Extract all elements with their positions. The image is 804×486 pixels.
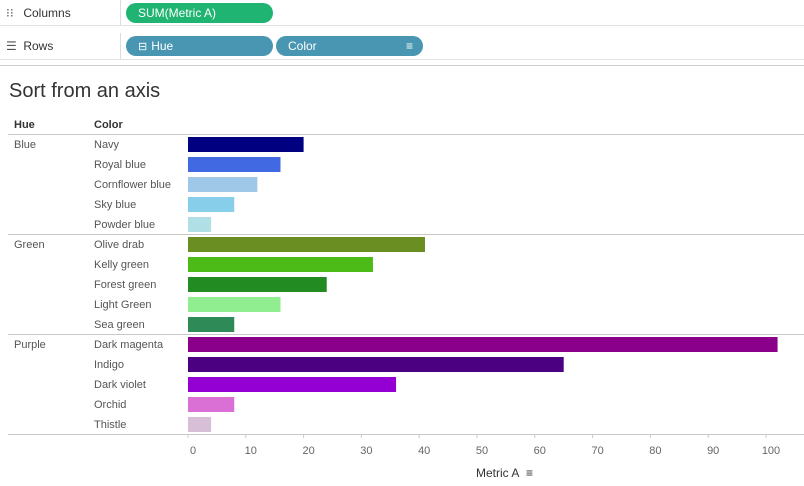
- x-axis-title[interactable]: Metric A ≡: [476, 466, 533, 480]
- hue-label: Green: [14, 239, 45, 251]
- bar-indigo[interactable]: [188, 357, 564, 372]
- x-tick-label: 90: [707, 445, 719, 457]
- x-tick-label: 80: [649, 445, 661, 457]
- bar-powder-blue[interactable]: [188, 217, 212, 232]
- hue-label: Blue: [14, 139, 36, 151]
- bar-light-green[interactable]: [188, 297, 281, 312]
- x-tick-label: 20: [302, 445, 314, 457]
- bar-chart: Blue Navy Royal blue Cornflower blue Sky blu…: [8, 134, 804, 457]
- color-label: Cornflower blue: [94, 179, 171, 191]
- hue-label: Purple: [14, 339, 46, 351]
- bar-forest-green[interactable]: [188, 277, 327, 292]
- color-label: Kelly green: [94, 259, 149, 271]
- sort-descending-icon[interactable]: ≡: [526, 466, 533, 480]
- color-label: Thistle: [94, 419, 126, 431]
- bar-thistle[interactable]: [188, 417, 212, 432]
- x-tick-label: 60: [534, 445, 546, 457]
- bar-navy[interactable]: [188, 137, 304, 152]
- color-label: Dark violet: [94, 379, 146, 391]
- bar-cornflower-blue[interactable]: [188, 177, 258, 192]
- color-label: Navy: [94, 139, 120, 151]
- bar-orchid[interactable]: [188, 397, 235, 412]
- bar-dark-violet[interactable]: [188, 377, 397, 392]
- bar-kelly-green[interactable]: [188, 257, 373, 272]
- color-label: Indigo: [94, 359, 124, 371]
- x-tick-label: 0: [190, 445, 196, 457]
- color-label: Sea green: [94, 319, 145, 331]
- bar-sky-blue[interactable]: [188, 197, 235, 212]
- color-label: Forest green: [94, 279, 156, 291]
- bar-sea-green[interactable]: [188, 317, 235, 332]
- bar-dark-magenta[interactable]: [188, 337, 778, 352]
- x-tick-label: 40: [418, 445, 430, 457]
- color-label: Light Green: [94, 299, 151, 311]
- bar-olive-drab[interactable]: [188, 237, 425, 252]
- color-label: Royal blue: [94, 159, 146, 171]
- color-label: Orchid: [94, 399, 126, 411]
- axis-title-text: Metric A: [476, 466, 519, 480]
- x-tick-label: 100: [762, 445, 780, 457]
- color-label: Dark magenta: [94, 339, 164, 351]
- color-label: Olive drab: [94, 239, 144, 251]
- x-tick-label: 10: [245, 445, 257, 457]
- color-label: Powder blue: [94, 219, 155, 231]
- x-tick-label: 30: [360, 445, 372, 457]
- x-tick-label: 50: [476, 445, 488, 457]
- color-label: Sky blue: [94, 199, 136, 211]
- bar-royal-blue[interactable]: [188, 157, 281, 172]
- x-tick-label: 70: [591, 445, 603, 457]
